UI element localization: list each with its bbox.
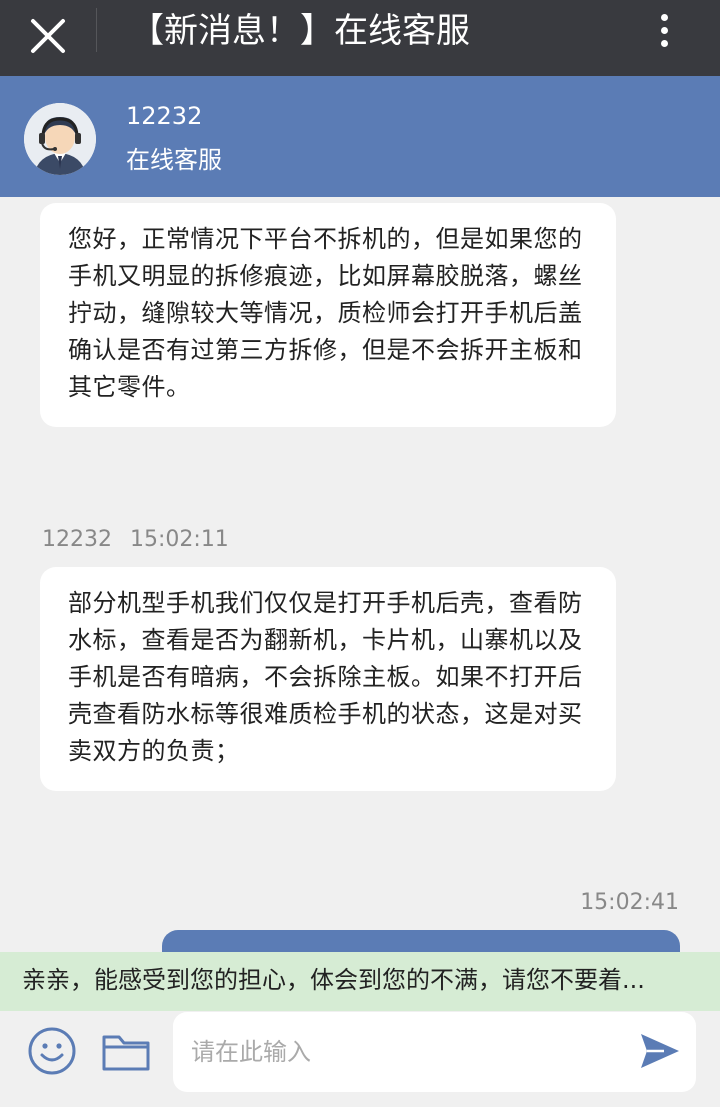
agent-name: 12232 [126, 102, 203, 130]
close-icon[interactable] [22, 10, 76, 64]
title-bar: 【新消息！】在线客服 [0, 0, 720, 76]
message-sender: 12232 [42, 527, 112, 552]
message-bubble: 部分机型手机我们仅仅是打开手机后壳，查看防水标，查看是否为翻新机，卡片机，山寨机… [40, 567, 616, 791]
title-divider [96, 8, 97, 52]
agent-header: 12232 在线客服 [0, 76, 720, 197]
message-meta: 12232 15:02:11 [42, 527, 229, 552]
more-vertical-icon[interactable] [650, 8, 678, 54]
agent-role: 在线客服 [126, 146, 222, 174]
send-icon[interactable] [638, 1031, 682, 1071]
message-input[interactable] [173, 1012, 696, 1092]
page-title: 【新消息！】在线客服 [130, 11, 470, 51]
message-time: 15:02:41 [580, 890, 679, 915]
chat-messages[interactable]: 您好，正常情况下平台不拆机的，但是如果您的手机又明显的拆修痕迹，比如屏幕胶脱落，… [0, 197, 720, 952]
message-time: 15:02:11 [130, 527, 229, 552]
my-message-bubble [162, 930, 680, 952]
agent-avatar [24, 103, 96, 175]
message-bubble: 您好，正常情况下平台不拆机的，但是如果您的手机又明显的拆修痕迹，比如屏幕胶脱落，… [40, 203, 616, 427]
agent-headset-avatar-icon [24, 103, 96, 175]
emoji-icon[interactable] [26, 1025, 78, 1077]
notice-banner[interactable]: 亲亲，能感受到您的担心，体会到您的不满，请您不要着... [0, 952, 720, 1011]
folder-icon[interactable] [100, 1027, 152, 1075]
input-bar [0, 1011, 720, 1107]
